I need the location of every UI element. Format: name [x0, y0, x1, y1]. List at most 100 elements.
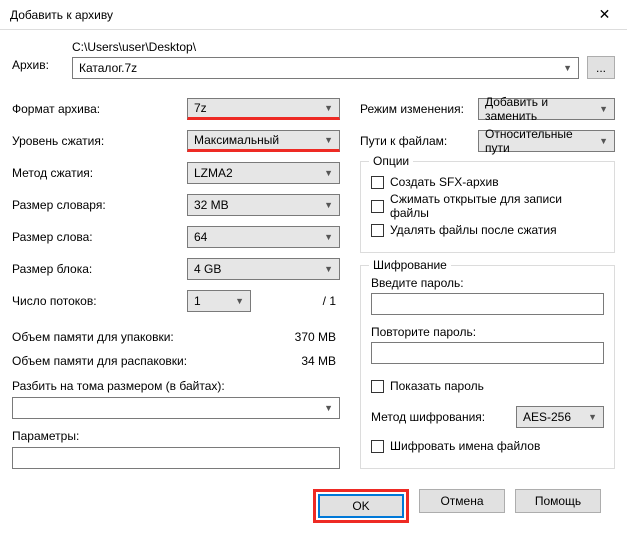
show-password-row[interactable]: Показать пароль — [371, 374, 604, 398]
chevron-down-icon: ▼ — [324, 168, 333, 178]
dict-row: Размер словаря: 32 MB ▼ — [12, 189, 340, 221]
columns: Формат архива: 7z ▼ Уровень сжатия: Макс… — [12, 93, 615, 469]
button-bar: OK Отмена Помощь — [12, 475, 615, 537]
dict-value: 32 MB — [194, 198, 229, 212]
checkbox-icon[interactable] — [371, 224, 384, 237]
opt-delete-label: Удалять файлы после сжатия — [390, 223, 557, 237]
threads-label: Число потоков: — [12, 294, 187, 308]
encryption-title: Шифрование — [369, 258, 451, 272]
block-combo[interactable]: 4 GB ▼ — [187, 258, 340, 280]
chevron-down-icon: ▼ — [235, 296, 244, 306]
opt-sfx-row[interactable]: Создать SFX-архив — [371, 170, 604, 194]
opt-compress-open-label: Сжимать открытые для записи файлы — [390, 192, 604, 220]
chevron-down-icon: ▼ — [588, 412, 597, 422]
options-group: Опции Создать SFX-архив Сжимать открытые… — [360, 161, 615, 253]
checkbox-icon[interactable] — [371, 380, 384, 393]
method-combo[interactable]: LZMA2 ▼ — [187, 162, 340, 184]
right-column: Режим изменения: Добавить и заменить ▼ П… — [360, 93, 615, 469]
paths-row: Пути к файлам: Относительные пути ▼ — [360, 125, 615, 157]
word-row: Размер слова: 64 ▼ — [12, 221, 340, 253]
chevron-down-icon: ▼ — [563, 63, 572, 73]
password-input[interactable] — [371, 293, 604, 315]
chevron-down-icon: ▼ — [324, 103, 333, 113]
chevron-down-icon: ▼ — [599, 136, 608, 146]
split-combo[interactable]: ▼ — [12, 397, 340, 419]
params-input[interactable] — [12, 447, 340, 469]
format-row: Формат архива: 7z ▼ — [12, 93, 340, 125]
ok-highlight: OK — [313, 489, 409, 523]
paths-label: Пути к файлам: — [360, 134, 478, 148]
options-title: Опции — [369, 154, 413, 168]
ok-button[interactable]: OK — [318, 494, 404, 518]
threads-total: / 1 — [323, 294, 340, 308]
method-label: Метод сжатия: — [12, 166, 187, 180]
content: Архив: C:\Users\user\Desktop\ Каталог.7z… — [0, 30, 627, 537]
threads-combo[interactable]: 1 ▼ — [187, 290, 251, 312]
archive-path: C:\Users\user\Desktop\ — [72, 40, 615, 54]
format-combo[interactable]: 7z ▼ — [187, 98, 340, 120]
block-row: Размер блока: 4 GB ▼ — [12, 253, 340, 285]
mem-unpack-row: Объем памяти для распаковки: 34 MB — [12, 349, 340, 373]
block-label: Размер блока: — [12, 262, 187, 276]
enc-method-combo[interactable]: AES-256 ▼ — [516, 406, 604, 428]
method-row: Метод сжатия: LZMA2 ▼ — [12, 157, 340, 189]
titlebar: Добавить к архиву ✕ — [0, 0, 627, 30]
paths-combo[interactable]: Относительные пути ▼ — [478, 130, 615, 152]
archive-name-row: Каталог.7z ▼ ... — [72, 56, 615, 79]
enc-method-row: Метод шифрования: AES-256 ▼ — [371, 406, 604, 428]
dict-combo[interactable]: 32 MB ▼ — [187, 194, 340, 216]
enc-names-label: Шифровать имена файлов — [390, 439, 540, 453]
update-row: Режим изменения: Добавить и заменить ▼ — [360, 93, 615, 125]
level-label: Уровень сжатия: — [12, 134, 187, 148]
cancel-button[interactable]: Отмена — [419, 489, 505, 513]
chevron-down-icon: ▼ — [324, 403, 333, 413]
archive-name-combo[interactable]: Каталог.7z ▼ — [72, 57, 579, 79]
format-label: Формат архива: — [12, 102, 187, 116]
checkbox-icon[interactable] — [371, 176, 384, 189]
opt-sfx-label: Создать SFX-архив — [390, 175, 499, 189]
word-label: Размер слова: — [12, 230, 187, 244]
chevron-down-icon: ▼ — [324, 232, 333, 242]
repassword-input[interactable] — [371, 342, 604, 364]
method-value: LZMA2 — [194, 166, 233, 180]
opt-compress-open-row[interactable]: Сжимать открытые для записи файлы — [371, 194, 604, 218]
update-label: Режим изменения: — [360, 102, 478, 116]
word-value: 64 — [194, 230, 207, 244]
split-label: Разбить на тома размером (в байтах): — [12, 379, 340, 393]
mem-pack-label: Объем памяти для упаковки: — [12, 330, 280, 344]
mem-pack-row: Объем памяти для упаковки: 370 MB — [12, 325, 340, 349]
archive-row: Архив: C:\Users\user\Desktop\ Каталог.7z… — [12, 40, 615, 79]
checkbox-icon[interactable] — [371, 200, 384, 213]
help-button[interactable]: Помощь — [515, 489, 601, 513]
browse-button[interactable]: ... — [587, 56, 615, 79]
level-combo[interactable]: Максимальный ▼ — [187, 130, 340, 152]
mem-pack-value: 370 MB — [280, 330, 340, 344]
word-combo[interactable]: 64 ▼ — [187, 226, 340, 248]
enc-method-label: Метод шифрования: — [371, 410, 508, 424]
opt-delete-row[interactable]: Удалять файлы после сжатия — [371, 218, 604, 242]
checkbox-icon[interactable] — [371, 440, 384, 453]
threads-row: Число потоков: 1 ▼ / 1 — [12, 285, 340, 317]
archive-name-text: Каталог.7z — [79, 61, 137, 75]
close-icon[interactable]: ✕ — [582, 0, 627, 30]
chevron-down-icon: ▼ — [324, 135, 333, 145]
left-column: Формат архива: 7z ▼ Уровень сжатия: Макс… — [12, 93, 340, 469]
show-password-label: Показать пароль — [390, 379, 484, 393]
password-label: Введите пароль: — [371, 276, 604, 290]
update-value: Добавить и заменить — [485, 95, 599, 123]
block-value: 4 GB — [194, 262, 221, 276]
archive-label: Архив: — [12, 40, 72, 72]
level-row: Уровень сжатия: Максимальный ▼ — [12, 125, 340, 157]
mem-unpack-label: Объем памяти для распаковки: — [12, 354, 280, 368]
chevron-down-icon: ▼ — [324, 264, 333, 274]
chevron-down-icon: ▼ — [599, 104, 608, 114]
update-combo[interactable]: Добавить и заменить ▼ — [478, 98, 615, 120]
chevron-down-icon: ▼ — [324, 200, 333, 210]
threads-value: 1 — [194, 294, 201, 308]
repassword-label: Повторите пароль: — [371, 325, 604, 339]
params-label: Параметры: — [12, 429, 340, 443]
paths-value: Относительные пути — [485, 127, 599, 155]
enc-method-value: AES-256 — [523, 410, 571, 424]
enc-names-row[interactable]: Шифровать имена файлов — [371, 434, 604, 458]
dict-label: Размер словаря: — [12, 198, 187, 212]
